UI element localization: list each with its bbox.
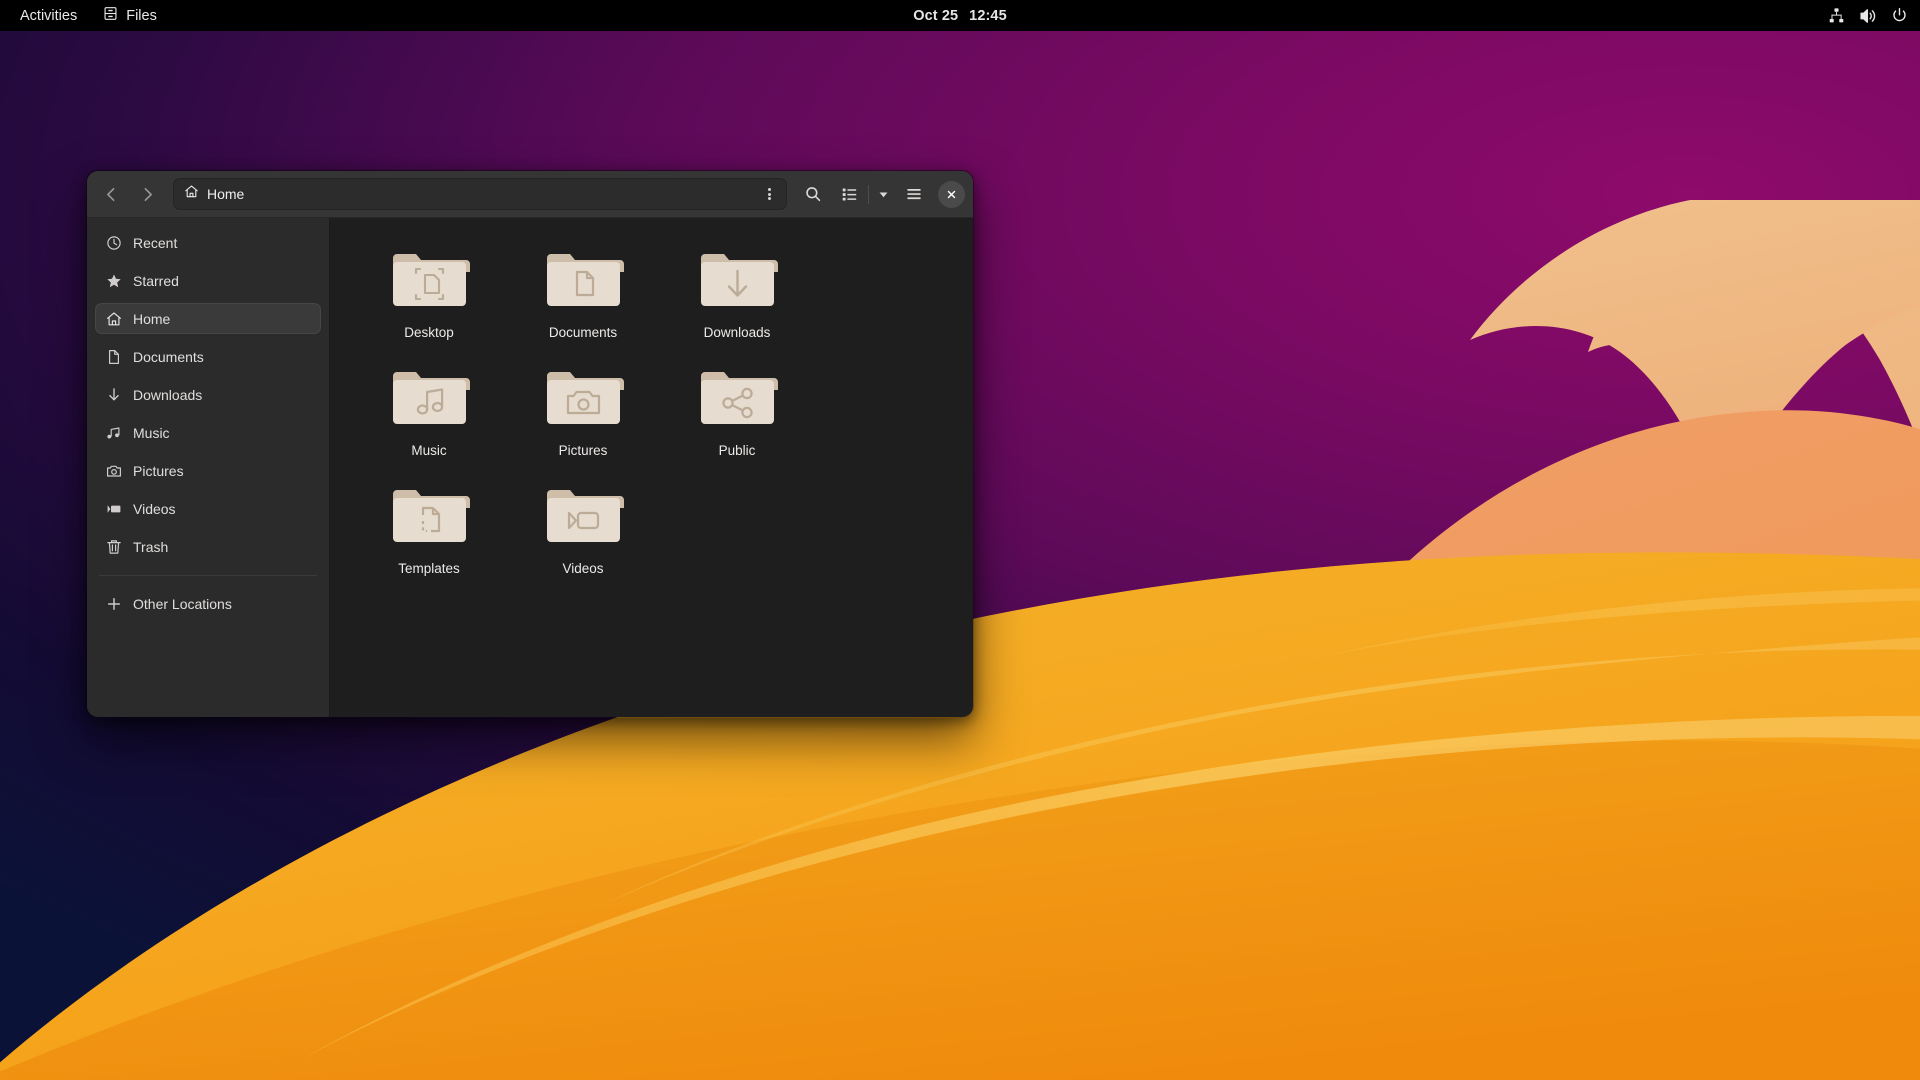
sidebar-item-label: Other Locations [133, 595, 232, 612]
app-name-label: Files [126, 7, 157, 24]
app-menu-button[interactable]: Files [93, 0, 167, 31]
window-body: Recent Starred Home Documents Downloads … [87, 218, 973, 717]
sidebar-item-videos[interactable]: Videos [95, 493, 321, 524]
file-grid-area[interactable]: Desktop Documents Downloads Music Pictur… [330, 218, 973, 717]
sidebar-item-trash[interactable]: Trash [95, 531, 321, 562]
file-item-desktop[interactable]: Desktop [352, 236, 506, 350]
files-window[interactable]: Home Recent Starred Home Documents Downl… [86, 170, 974, 718]
chevron-down-icon [877, 188, 890, 201]
file-grid: Desktop Documents Downloads Music Pictur… [352, 236, 957, 586]
clock-button[interactable]: Oct 25 12:45 [913, 0, 1007, 31]
sidebar-item-label: Music [133, 424, 170, 441]
sidebar-item-label: Pictures [133, 462, 184, 479]
home-icon [184, 184, 199, 204]
star-icon [105, 272, 122, 289]
folder-desktop-icon [387, 244, 472, 316]
sidebar-item-label: Videos [133, 500, 176, 517]
volume-icon[interactable] [1859, 7, 1877, 25]
power-icon[interactable] [1891, 7, 1908, 24]
hamburger-menu-icon [905, 185, 923, 203]
camera-icon [105, 462, 122, 479]
breadcrumb-home[interactable]: Home [184, 184, 758, 204]
breadcrumb-label: Home [207, 186, 245, 202]
clock-date: Oct 25 [913, 7, 959, 24]
file-item-label: Videos [562, 561, 604, 576]
document-icon [105, 348, 122, 365]
search-button[interactable] [795, 178, 831, 210]
sidebar-divider [99, 575, 317, 576]
home-icon [105, 310, 122, 327]
window-header-bar: Home [87, 171, 973, 218]
file-item-videos[interactable]: Videos [506, 472, 660, 586]
video-icon [105, 500, 122, 517]
file-item-public[interactable]: Public [660, 354, 814, 468]
file-item-music[interactable]: Music [352, 354, 506, 468]
file-item-label: Public [718, 443, 756, 458]
folder-pictures-icon [541, 362, 626, 434]
clock-icon [105, 234, 122, 251]
plus-icon [105, 595, 122, 612]
sidebar-item-label: Trash [133, 538, 169, 555]
folder-public-icon [695, 362, 780, 434]
file-item-downloads[interactable]: Downloads [660, 236, 814, 350]
folder-templates-icon [387, 480, 472, 552]
header-separator [868, 184, 869, 204]
sidebar-item-music[interactable]: Music [95, 417, 321, 448]
file-item-label: Templates [398, 561, 460, 576]
file-item-templates[interactable]: Templates [352, 472, 506, 586]
sidebar-item-home[interactable]: Home [95, 303, 321, 334]
sidebar-item-label: Recent [133, 234, 178, 251]
sidebar-item-label: Documents [133, 348, 204, 365]
sidebar-item-documents[interactable]: Documents [95, 341, 321, 372]
folder-videos-icon [541, 480, 626, 552]
network-wired-icon[interactable] [1828, 7, 1845, 24]
main-menu-button[interactable] [896, 178, 932, 210]
forward-button[interactable] [129, 178, 165, 210]
music-icon [105, 424, 122, 441]
sidebar-item-label: Home [133, 310, 171, 327]
sidebar-item-label: Downloads [133, 386, 203, 403]
download-icon [105, 386, 122, 403]
sidebar-item-starred[interactable]: Starred [95, 265, 321, 296]
system-status-area[interactable] [1828, 0, 1908, 31]
files-icon [103, 6, 118, 25]
file-item-label: Desktop [404, 325, 454, 340]
view-dropdown-button[interactable] [870, 178, 896, 210]
file-item-label: Documents [548, 325, 618, 340]
folder-documents-icon [541, 244, 626, 316]
trash-icon [105, 538, 122, 555]
view-toggle-button[interactable] [831, 178, 867, 210]
file-item-documents[interactable]: Documents [506, 236, 660, 350]
file-item-label: Downloads [703, 325, 771, 340]
activities-button[interactable]: Activities [10, 0, 87, 31]
file-item-pictures[interactable]: Pictures [506, 354, 660, 468]
sidebar: Recent Starred Home Documents Downloads … [87, 218, 330, 717]
vertical-dots-icon[interactable] [758, 186, 780, 201]
sidebar-item-downloads[interactable]: Downloads [95, 379, 321, 410]
sidebar-item-other-locations[interactable]: Other Locations [95, 588, 321, 619]
file-item-label: Music [411, 443, 447, 458]
back-button[interactable] [93, 178, 129, 210]
activities-label: Activities [20, 7, 78, 24]
top-bar: Activities Files Oct 25 12:45 [0, 0, 1920, 31]
file-item-label: Pictures [558, 443, 608, 458]
folder-music-icon [387, 362, 472, 434]
sidebar-item-label: Starred [133, 272, 179, 289]
clock-time: 12:45 [969, 7, 1007, 24]
close-window-button[interactable] [938, 180, 965, 208]
folder-downloads-icon [695, 244, 780, 316]
path-bar[interactable]: Home [173, 178, 787, 210]
sidebar-item-pictures[interactable]: Pictures [95, 455, 321, 486]
sidebar-item-recent[interactable]: Recent [95, 227, 321, 258]
